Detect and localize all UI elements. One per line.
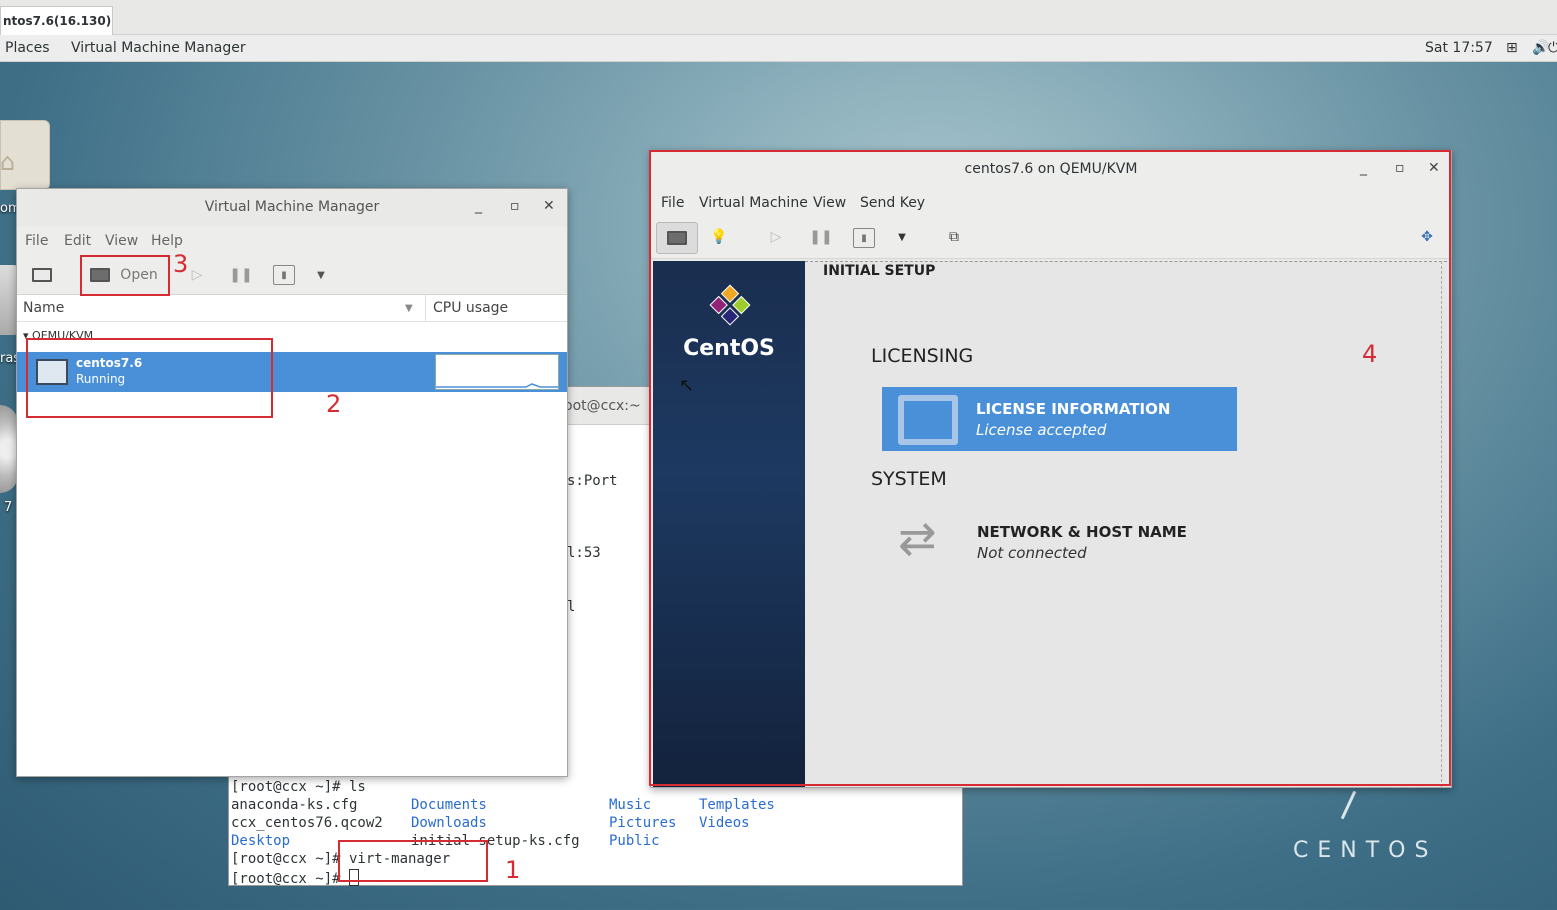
vmm-titlebar[interactable]: Virtual Machine Manager _ ▫ ✕: [17, 189, 567, 227]
file-entry: Music: [609, 797, 652, 813]
sort-arrow-icon[interactable]: ▼: [405, 303, 413, 314]
terminal-output: s:Port: [567, 473, 618, 489]
annotation-number-2: 2: [326, 390, 342, 418]
terminal-title: oot@ccx:~: [564, 398, 641, 414]
file-entry: anaconda-ks.cfg: [231, 797, 358, 813]
shutdown-icon[interactable]: ▮: [273, 265, 295, 285]
new-vm-icon[interactable]: [27, 261, 57, 289]
terminal-output: l:53: [567, 545, 601, 561]
cpu-usage-graph: [435, 354, 559, 390]
menu-view[interactable]: View: [105, 233, 138, 249]
vmm-menubar: File Edit View Help: [17, 227, 567, 255]
cpu-sparkline: [436, 383, 558, 388]
file-entry: Templates: [699, 797, 775, 813]
network-icon[interactable]: ⊞: [1506, 40, 1518, 56]
file-entry: Downloads: [411, 815, 487, 831]
menu-help[interactable]: Help: [151, 233, 183, 249]
app-menu[interactable]: Virtual Machine Manager: [71, 40, 246, 56]
file-entry: Desktop: [231, 833, 291, 849]
power-icon[interactable]: ⏻: [1548, 40, 1557, 56]
annotation-number-3: 3: [173, 250, 189, 278]
maximize-icon[interactable]: ▫: [510, 198, 520, 214]
run-icon[interactable]: ▷: [187, 261, 207, 289]
annotation-box-2: [26, 338, 273, 418]
menu-file[interactable]: File: [25, 233, 48, 249]
clock[interactable]: Sat 17:57: [1425, 40, 1493, 56]
minimize-icon[interactable]: _: [475, 198, 482, 214]
file-entry: ccx_centos76.qcow2: [231, 815, 383, 831]
file-entry: Documents: [411, 797, 487, 813]
file-entry: Public: [609, 833, 660, 849]
vmm-title: Virtual Machine Manager: [204, 199, 380, 215]
annotation-number-1: 1: [505, 856, 521, 884]
pause-icon[interactable]: ❚❚: [229, 261, 252, 289]
annotation-box-1: [338, 840, 488, 882]
annotation-number-4: 4: [1362, 340, 1378, 368]
centos-watermark: CENTOS: [1293, 838, 1438, 863]
gnome-top-bar: Places Virtual Machine Manager Sat 17:57…: [0, 35, 1557, 62]
close-icon[interactable]: ✕: [543, 198, 555, 214]
session-tab[interactable]: ntos7.6(16.130): [0, 6, 113, 35]
tab-bar: ntos7.6(16.130): [0, 0, 1557, 35]
terminal-output: l: [567, 599, 576, 615]
vm-list-header: Name ▼ CPU usage: [17, 295, 567, 322]
col-cpu[interactable]: CPU usage: [433, 300, 508, 316]
file-entry: Videos: [699, 815, 750, 831]
annotation-box-3: [80, 255, 170, 296]
menu-edit[interactable]: Edit: [64, 233, 91, 249]
centos-watermark-mark: [1340, 790, 1357, 820]
annotation-box-4: [649, 150, 1451, 786]
prompt-text: [root@ccx ~]#: [231, 871, 350, 887]
desktop-label-disc: 7: [4, 500, 13, 515]
home-glyph-icon: ⌂: [0, 148, 16, 176]
chevron-down-icon[interactable]: ▼: [313, 261, 329, 289]
terminal-line: [root@ccx ~]# ls: [231, 779, 366, 795]
file-entry: Pictures: [609, 815, 677, 831]
volume-icon[interactable]: 🔊: [1532, 40, 1549, 56]
col-name[interactable]: Name: [23, 300, 64, 316]
places-menu[interactable]: Places: [5, 40, 50, 56]
